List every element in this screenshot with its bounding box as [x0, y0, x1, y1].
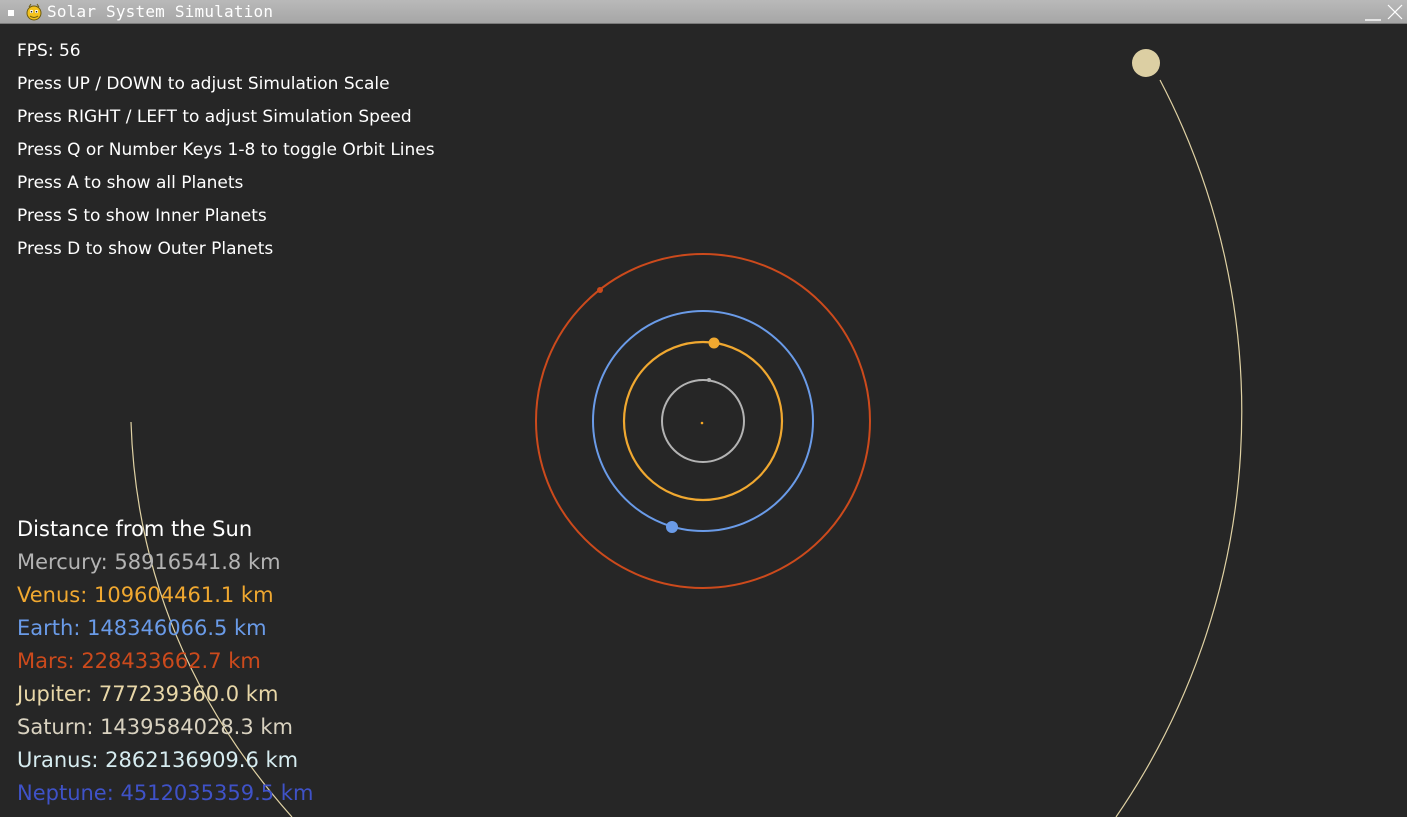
instruction-scale: Press UP / DOWN to adjust Simulation Sca… — [17, 74, 390, 94]
distance-mercury: Mercury: 58916541.8 km — [17, 550, 281, 574]
mercury-orbit-line — [661, 379, 745, 463]
distance-heading: Distance from the Sun — [17, 517, 253, 541]
distance-mars: Mars: 228433662.7 km — [17, 649, 261, 673]
instruction-inner-planets: Press S to show Inner Planets — [17, 206, 267, 226]
distance-uranus: Uranus: 2862136909.6 km — [17, 748, 299, 772]
minimize-icon[interactable] — [1364, 4, 1382, 22]
title-bar[interactable]: Solar System Simulation — [0, 0, 1407, 24]
venus-planet — [708, 337, 720, 349]
instruction-all-planets: Press A to show all Planets — [17, 173, 244, 193]
app-icon — [26, 3, 42, 21]
distance-jupiter: Jupiter: 777239360.0 km — [17, 682, 279, 706]
window-title: Solar System Simulation — [47, 2, 274, 21]
venus-orbit-line — [622, 340, 784, 502]
jupiter-planet — [1132, 49, 1160, 77]
simulation-canvas[interactable]: FPS: 56 Press UP / DOWN to adjust Simula… — [0, 24, 1407, 817]
app-window: Solar System Simulation FPS: 56 Press UP… — [0, 0, 1407, 817]
sun — [700, 421, 704, 425]
instruction-speed: Press RIGHT / LEFT to adjust Simulation … — [17, 107, 412, 127]
distance-earth: Earth: 148346066.5 km — [17, 616, 267, 640]
fps-counter: FPS: 56 — [17, 41, 81, 61]
window-menu-icon[interactable] — [8, 10, 14, 16]
earth-planet — [666, 521, 678, 533]
jupiter-orbit-line — [1115, 79, 1243, 817]
distance-venus: Venus: 109604461.1 km — [17, 583, 274, 607]
close-icon[interactable] — [1386, 3, 1404, 21]
mercury-planet — [707, 378, 711, 382]
mars-orbit-line — [535, 253, 871, 589]
distance-neptune: Neptune: 4512035359.5 km — [17, 781, 314, 805]
mars-planet — [597, 287, 603, 293]
instruction-orbit-lines: Press Q or Number Keys 1-8 to toggle Orb… — [17, 140, 435, 160]
distance-saturn: Saturn: 1439584028.3 km — [17, 715, 294, 739]
instruction-outer-planets: Press D to show Outer Planets — [17, 239, 274, 259]
earth-orbit-line — [592, 310, 814, 532]
